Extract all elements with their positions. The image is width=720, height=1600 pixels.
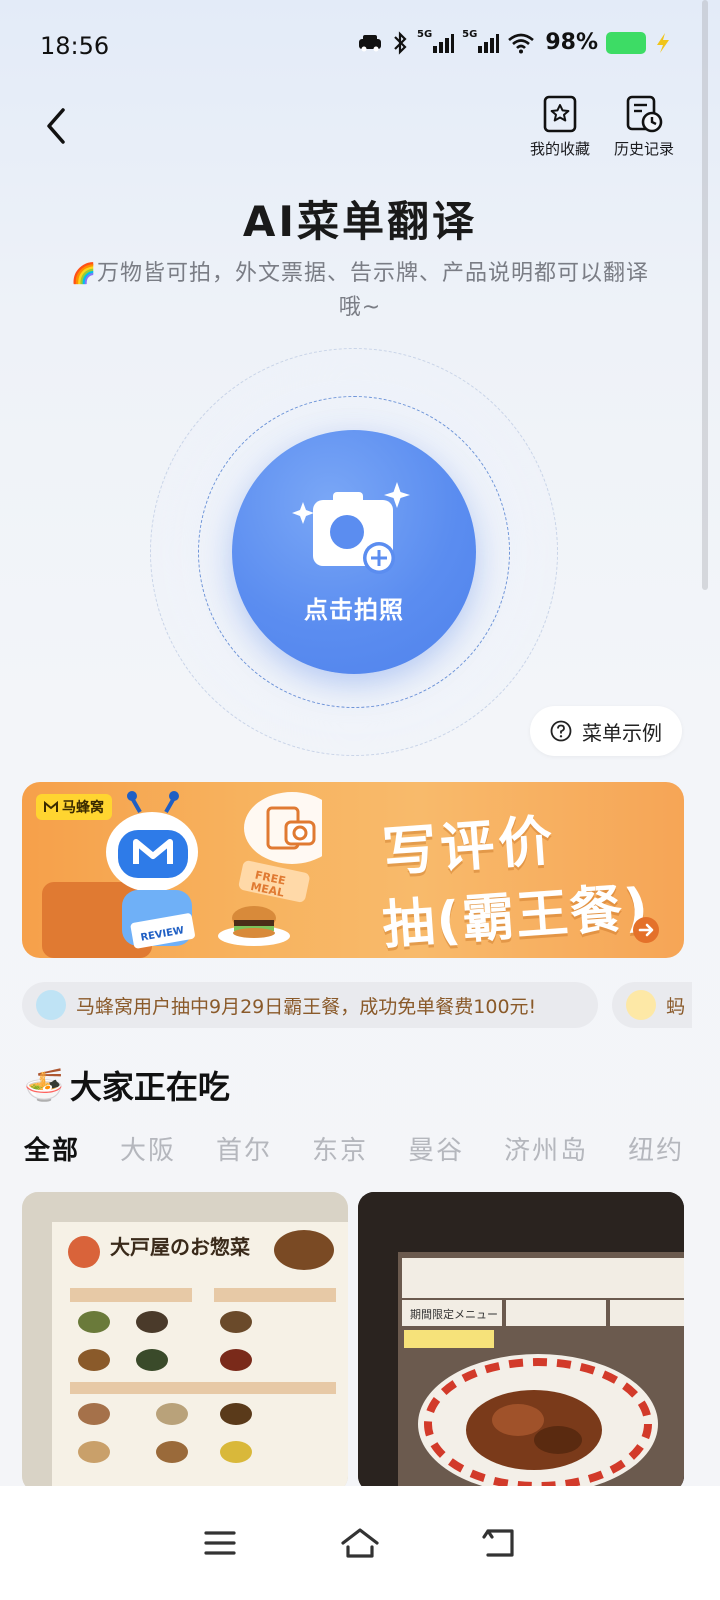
sim2-label: 5G [462, 29, 478, 40]
subtitle-text: 万物皆可拍，外文票据、告示牌、产品说明都可以翻译哦~ [96, 261, 649, 320]
camera-plus-icon [292, 481, 410, 574]
subtitle: 🌈万物皆可拍，外文票据、告示牌、产品说明都可以翻译哦~ [64, 256, 656, 325]
battery-icon [606, 31, 646, 54]
bookmark-star-icon [543, 95, 577, 133]
take-photo-button[interactable]: 点击拍照 [232, 430, 476, 674]
card-caption: 期間限定メニュー [410, 1307, 498, 1321]
tab-all[interactable]: 全部 [24, 1130, 80, 1180]
menu-nav-button[interactable] [190, 1513, 250, 1573]
menu-icon [204, 1531, 236, 1555]
history-button[interactable]: 历史记录 [606, 94, 682, 159]
signal-icon: 5G [416, 29, 455, 54]
favorites-button[interactable]: 我的收藏 [522, 94, 598, 159]
status-time: 18:56 [40, 32, 110, 60]
tab-osaka[interactable]: 大阪 [120, 1130, 176, 1180]
rainbow-icon: 🌈 [71, 261, 97, 285]
noodle-bowl-icon: 🍜 [24, 1066, 64, 1104]
back-icon [482, 1529, 514, 1557]
favorites-label: 我的收藏 [529, 140, 590, 158]
car-mode-icon [357, 33, 383, 53]
winner-ticker-next[interactable]: 蚂 [612, 982, 692, 1028]
menu-photo: 大戸屋のお惣菜 [22, 1192, 348, 1492]
section-title: 🍜 大家正在吃 [24, 1062, 230, 1108]
scrollbar[interactable] [702, 0, 708, 590]
help-icon [550, 720, 572, 742]
home-icon [341, 1528, 379, 1558]
status-icons: 5G 5G 98% [357, 29, 672, 55]
city-tabs: 全部 大阪 首尔 东京 曼谷 济州岛 纽约 [24, 1130, 720, 1180]
sim1-label: 5G [416, 29, 433, 40]
section-title-text: 大家正在吃 [69, 1068, 230, 1106]
menu-photo-card[interactable]: 大戸屋のお惣菜 [22, 1192, 348, 1492]
menu-photo-card[interactable]: 期間限定メニュー [358, 1192, 684, 1492]
page-title: AI菜单翻译 [242, 197, 478, 246]
promo-banner[interactable]: 马蜂窝 REVIEW FREE MEAL 写评价 抽(霸王餐) [22, 782, 684, 958]
charging-icon [654, 32, 672, 54]
system-nav-bar [0, 1486, 720, 1600]
back-button[interactable] [36, 104, 76, 148]
wifi-icon [507, 32, 535, 54]
home-nav-button[interactable] [330, 1513, 390, 1573]
arrow-right-icon [633, 917, 659, 943]
avatar [36, 990, 66, 1020]
tab-bangkok[interactable]: 曼谷 [408, 1130, 464, 1180]
status-bar: 18:56 5G 5G 98% [0, 0, 720, 96]
bluetooth-icon [391, 30, 409, 55]
tab-newyork[interactable]: 纽约 [628, 1130, 684, 1180]
menu-photo: 期間限定メニュー [358, 1192, 684, 1492]
ticker-message-next: 蚂 [666, 995, 686, 1018]
take-photo-label: 点击拍照 [304, 595, 404, 624]
battery-percent: 98% [545, 30, 598, 55]
tab-tokyo[interactable]: 东京 [312, 1130, 368, 1180]
winner-ticker[interactable]: 马蜂窝用户抽中9月29日霸王餐，成功免单餐费100元! [22, 982, 598, 1028]
tab-jeju[interactable]: 济州岛 [504, 1130, 588, 1180]
back-arrow-icon [47, 108, 65, 144]
menu-example-button[interactable]: 菜单示例 [530, 706, 682, 756]
back-nav-button[interactable] [470, 1513, 530, 1573]
avatar [626, 990, 656, 1020]
card-caption: 大戸屋のお惣菜 [110, 1235, 250, 1259]
robot-mascot-icon: REVIEW FREE MEAL [42, 791, 322, 958]
ticker-message: 马蜂窝用户抽中9月29日霸王餐，成功免单餐费100元! [76, 995, 537, 1018]
history-clock-icon [626, 95, 663, 133]
tab-seoul[interactable]: 首尔 [216, 1130, 272, 1180]
signal-icon: 5G [462, 29, 500, 54]
menu-example-label: 菜单示例 [582, 720, 662, 745]
history-label: 历史记录 [613, 140, 674, 158]
